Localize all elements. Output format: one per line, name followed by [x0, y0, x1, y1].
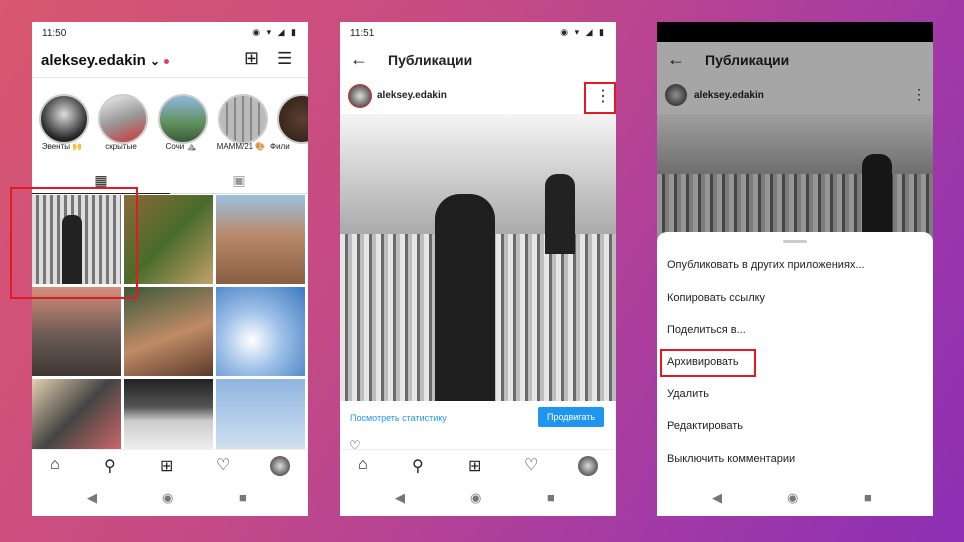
story-label: скрытые	[105, 142, 137, 151]
nav-home-icon[interactable]: ◉	[787, 490, 798, 506]
back-icon[interactable]: ←	[350, 49, 368, 70]
grid-icon: ▦	[94, 172, 108, 188]
post-username[interactable]: aleksey.edakin	[377, 90, 447, 101]
nav-back-icon[interactable]: ◀	[87, 490, 97, 506]
status-time: 11:50	[42, 28, 67, 39]
nav-back-icon[interactable]: ◀	[712, 490, 722, 506]
system-navbar: ◀ ◉ ■	[340, 482, 616, 516]
post-thumbnail[interactable]	[124, 287, 213, 376]
highlight-box	[584, 82, 616, 114]
bottom-tabbar: ⌂ ⚲ ⊞ ♡	[32, 449, 308, 483]
post-thumbnail[interactable]	[32, 379, 121, 449]
system-navbar: ◀ ◉ ■	[32, 482, 308, 516]
dim-overlay	[657, 42, 933, 242]
username-text: aleksey.edakin	[41, 52, 146, 69]
phone-post: 11:51 ◉ ▾ ◢ ▮ ← Публикации aleksey.edaki…	[340, 22, 616, 516]
story-highlight[interactable]	[277, 94, 308, 144]
highlight-box	[660, 349, 756, 377]
story-label: MAMM/21 🎨	[216, 142, 266, 151]
add-post-icon[interactable]: ⊞	[160, 456, 173, 476]
post-thumbnail[interactable]	[216, 195, 305, 284]
post-image	[340, 114, 616, 401]
status-bar: 11:51 ◉ ▾ ◢ ▮	[340, 22, 616, 44]
search-icon[interactable]: ⚲	[412, 456, 424, 476]
phone-menu: ← Публикации aleksey.edakin ⋮ Опубликова…	[657, 22, 933, 516]
nav-recent-icon[interactable]: ■	[547, 490, 555, 505]
heart-icon[interactable]: ♡	[524, 455, 538, 475]
menu-item-share-other-apps[interactable]: Опубликовать в других приложениях...	[667, 259, 865, 271]
status-time: 11:51	[350, 28, 375, 39]
story-highlight[interactable]	[158, 94, 208, 144]
story-highlight[interactable]	[218, 94, 268, 144]
highlight-box	[10, 187, 138, 299]
menu-icon[interactable]: ☰	[277, 49, 292, 69]
add-post-icon[interactable]: ⊞	[468, 456, 481, 476]
home-icon[interactable]: ⌂	[358, 456, 368, 474]
status-bar: 11:50 ◉ ▾ ◢ ▮	[32, 22, 308, 44]
system-navbar: ◀ ◉ ■	[657, 482, 933, 516]
story-highlight[interactable]	[39, 94, 89, 144]
story-label: Фили	[270, 142, 290, 151]
chevron-down-icon: ⌄	[149, 54, 161, 68]
post-thumbnail[interactable]	[216, 287, 305, 376]
menu-item-edit[interactable]: Редактировать	[667, 420, 743, 432]
menu-item-turn-off-comments[interactable]: Выключить комментарии	[667, 453, 795, 465]
story-label: Эвенты 🙌	[41, 142, 83, 151]
promote-button[interactable]: Продвигать	[538, 407, 604, 427]
post-thumbnail[interactable]	[216, 379, 305, 449]
new-post-icon[interactable]: ⊞	[244, 48, 259, 69]
bottom-tabbar: ⌂ ⚲ ⊞ ♡	[340, 449, 616, 483]
notification-dot	[164, 58, 170, 64]
profile-username[interactable]: aleksey.edakin ⌄	[41, 52, 170, 69]
page-title: Публикации	[388, 52, 473, 68]
nav-back-icon[interactable]: ◀	[395, 490, 405, 506]
avatar[interactable]	[578, 456, 598, 476]
tab-tagged[interactable]: ▣	[170, 167, 308, 194]
avatar[interactable]	[270, 456, 290, 476]
status-bar-dark	[657, 22, 933, 42]
story-label: Сочи ⛰️	[165, 142, 197, 151]
view-insights-link[interactable]: Посмотреть статистику	[350, 413, 447, 423]
menu-item-copy-link[interactable]: Копировать ссылку	[667, 292, 765, 304]
nav-recent-icon[interactable]: ■	[239, 490, 247, 505]
home-icon[interactable]: ⌂	[50, 456, 60, 474]
divider	[32, 77, 308, 78]
story-highlight[interactable]	[98, 94, 148, 144]
avatar[interactable]	[348, 84, 372, 108]
tagged-icon: ▣	[232, 172, 246, 188]
status-icons: ◉ ▾ ◢ ▮	[560, 27, 606, 37]
search-icon[interactable]: ⚲	[104, 456, 116, 476]
nav-home-icon[interactable]: ◉	[470, 490, 481, 506]
heart-icon[interactable]: ♡	[216, 455, 230, 475]
nav-home-icon[interactable]: ◉	[162, 490, 173, 506]
post-thumbnail[interactable]	[32, 287, 121, 376]
status-icons: ◉ ▾ ◢ ▮	[252, 27, 298, 37]
menu-item-share-to[interactable]: Поделиться в...	[667, 324, 746, 336]
nav-recent-icon[interactable]: ■	[864, 490, 872, 505]
menu-item-delete[interactable]: Удалить	[667, 388, 709, 400]
sheet-handle	[783, 240, 807, 243]
post-thumbnail[interactable]	[124, 379, 213, 449]
